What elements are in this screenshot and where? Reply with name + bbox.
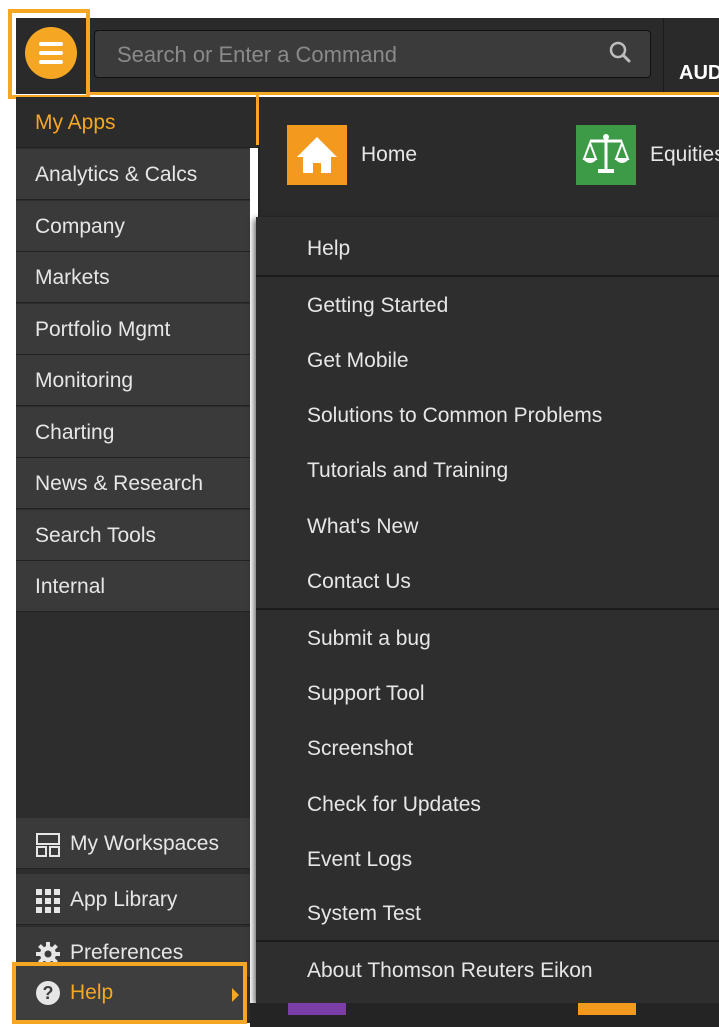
home-app-label[interactable]: Home	[361, 143, 417, 167]
menu-item-tutorials[interactable]: Tutorials and Training	[256, 443, 719, 498]
menu-item-support-tool[interactable]: Support Tool	[256, 666, 719, 721]
menu-item-screenshot[interactable]: Screenshot	[256, 721, 719, 776]
sidebar-item-my-apps[interactable]: My Apps	[16, 97, 258, 148]
toolbar-divider	[663, 18, 664, 94]
scales-icon	[582, 134, 630, 173]
search-input[interactable]	[115, 31, 589, 79]
menu-item-whats-new[interactable]: What's New	[256, 499, 719, 554]
menu-item-get-mobile[interactable]: Get Mobile	[256, 333, 719, 388]
ticker-label[interactable]: AUD	[679, 62, 719, 85]
sidebar-item-company[interactable]: Company	[16, 201, 250, 252]
equities-app-label[interactable]: Equities	[650, 143, 719, 167]
home-icon	[297, 137, 337, 173]
menu-item-submit-bug[interactable]: Submit a bug	[256, 611, 719, 666]
sidebar-item-search-tools[interactable]: Search Tools	[16, 510, 250, 561]
menu-divider	[256, 940, 719, 942]
sidebar-item-markets[interactable]: Markets	[16, 252, 250, 303]
menu-divider	[256, 608, 719, 610]
menu-item-event-logs[interactable]: Event Logs	[256, 832, 719, 887]
sidebar-item-analytics-calcs[interactable]: Analytics & Calcs	[16, 149, 250, 200]
active-indicator	[256, 92, 259, 145]
equities-app-tile[interactable]	[576, 125, 636, 185]
logo-highlight-frame	[8, 9, 90, 99]
partial-app-tile[interactable]	[288, 1003, 346, 1015]
home-app-tile[interactable]	[287, 125, 347, 185]
app-library-button[interactable]: App Library	[16, 874, 250, 925]
help-highlight-frame	[12, 962, 247, 1024]
menu-item-about[interactable]: About Thomson Reuters Eikon	[256, 943, 719, 998]
partial-app-tile[interactable]	[578, 1003, 636, 1015]
my-workspaces-label: My Workspaces	[70, 832, 219, 855]
app-library-label: App Library	[70, 888, 178, 911]
menu-item-help[interactable]: Help	[256, 221, 719, 276]
menu-item-getting-started[interactable]: Getting Started	[256, 278, 719, 333]
menu-item-contact-us[interactable]: Contact Us	[256, 554, 719, 609]
my-workspaces-button[interactable]: My Workspaces	[16, 818, 250, 869]
sidebar-item-charting[interactable]: Charting	[16, 407, 250, 458]
search-icon[interactable]	[608, 40, 632, 64]
menu-item-check-updates[interactable]: Check for Updates	[256, 777, 719, 832]
command-search-box	[94, 30, 651, 79]
sidebar-item-internal[interactable]: Internal	[16, 561, 250, 612]
workspaces-icon	[36, 833, 60, 857]
eikon-app: AUD My Apps Analytics & Calcs Company Ma…	[0, 0, 719, 1027]
sidebar-item-news-research[interactable]: News & Research	[16, 458, 250, 509]
sidebar-item-monitoring[interactable]: Monitoring	[16, 355, 250, 406]
menu-item-system-test[interactable]: System Test	[256, 886, 719, 941]
menu-item-solutions[interactable]: Solutions to Common Problems	[256, 388, 719, 443]
sidebar-item-portfolio-mgmt[interactable]: Portfolio Mgmt	[16, 304, 250, 355]
accent-underline	[90, 92, 719, 95]
grid-icon	[36, 889, 60, 913]
